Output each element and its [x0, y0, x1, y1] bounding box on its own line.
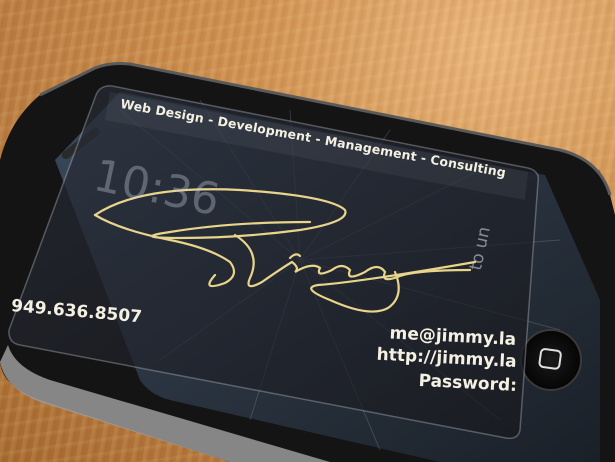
- card-text-layer: Web Design - Development - Management - …: [0, 0, 615, 462]
- card-tagline: Web Design - Development - Management - …: [119, 96, 508, 181]
- card-phone-number: 949.636.8507: [10, 296, 143, 328]
- photo-scene: 10:36 to un Web Design - Development - M…: [0, 0, 615, 462]
- card-password-label: Password:: [417, 370, 517, 396]
